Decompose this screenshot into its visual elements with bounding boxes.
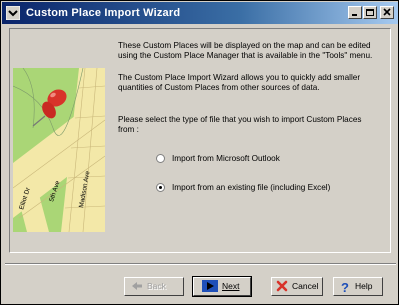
map-illustration: Elliot Dr 5th Ave Madison Ave bbox=[13, 68, 105, 232]
minimize-button[interactable] bbox=[348, 6, 362, 19]
radio-outlook[interactable] bbox=[156, 154, 165, 163]
intro-paragraph-3: Please select the type of file that you … bbox=[118, 115, 362, 134]
map-graphic: Elliot Dr 5th Ave Madison Ave bbox=[13, 68, 105, 232]
next-button[interactable]: Next bbox=[192, 276, 252, 297]
help-question-icon: ? bbox=[341, 280, 349, 293]
intro-paragraph-2: The Custom Place Import Wizard allows yo… bbox=[118, 73, 361, 92]
window-title: Custom Place Import Wizard bbox=[26, 7, 181, 19]
wizard-window: Custom Place Import Wizard Elliot Dr 5th… bbox=[0, 0, 399, 305]
radio-existing-file[interactable] bbox=[156, 183, 165, 192]
help-button[interactable]: ? Help bbox=[333, 277, 383, 296]
cancel-x-icon bbox=[276, 280, 288, 292]
button-separator bbox=[5, 263, 396, 265]
close-button[interactable] bbox=[380, 6, 394, 19]
outlook-option-label[interactable]: Import from Microsoft Outlook bbox=[172, 153, 280, 164]
existing-file-option-label[interactable]: Import from an existing file (including … bbox=[172, 182, 330, 193]
intro-paragraph-1: These Custom Places will be displayed on… bbox=[118, 41, 373, 60]
next-arrow-icon bbox=[202, 280, 218, 292]
maximize-button[interactable] bbox=[363, 6, 377, 19]
cancel-button[interactable]: Cancel bbox=[271, 277, 323, 296]
back-button-label: Back bbox=[147, 281, 166, 291]
back-arrow-icon bbox=[132, 282, 142, 290]
minimize-icon bbox=[352, 14, 357, 16]
maximize-icon bbox=[366, 9, 374, 16]
help-button-label: Help bbox=[355, 281, 373, 291]
next-button-label: Next bbox=[222, 281, 240, 291]
cancel-button-label: Cancel bbox=[292, 281, 319, 291]
back-button[interactable]: Back bbox=[124, 277, 184, 296]
close-icon bbox=[383, 8, 391, 16]
svg-text:?: ? bbox=[341, 280, 349, 293]
title-bar[interactable]: Custom Place Import Wizard bbox=[2, 2, 398, 24]
app-icon bbox=[6, 6, 20, 20]
